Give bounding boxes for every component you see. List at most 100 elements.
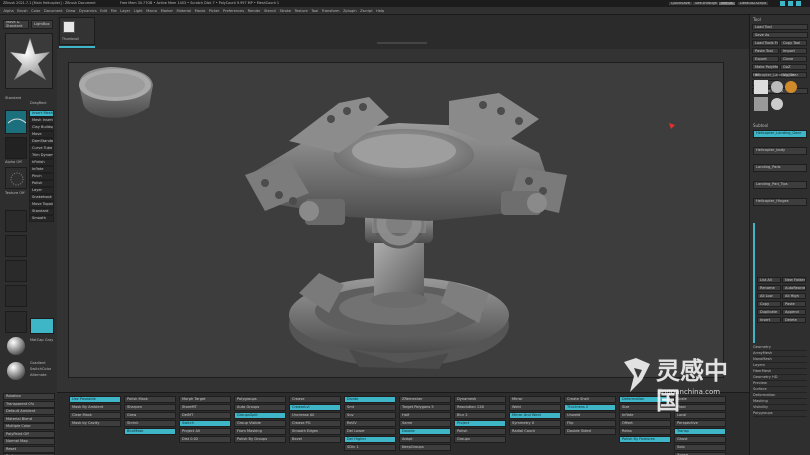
bottom-control[interactable]: Same [399,420,451,427]
brush-list-item[interactable]: Inflate [29,166,54,173]
bottom-control[interactable]: Polish By Features [619,436,671,443]
subtool-scrollbar[interactable] [753,223,755,343]
subtool-action-button[interactable]: Insert [757,317,781,323]
bottom-control[interactable]: From Masking [234,428,286,435]
bottom-control[interactable]: Perspective [674,420,726,427]
menu-item-texture[interactable]: Texture [295,7,308,15]
bottom-control[interactable]: Polish Mask [124,396,176,403]
subtool-action-button[interactable]: All High [782,293,806,299]
bottom-control[interactable]: SDiv 1 [344,444,396,451]
subtool-action-button[interactable]: Duplicate [757,309,781,315]
material-slot-4[interactable] [5,285,27,307]
bottom-control[interactable]: Bevel [289,436,341,443]
bottom-control[interactable]: Mask By Ambient [69,404,121,411]
menu-item-help[interactable]: Help [376,7,384,15]
menu-item-tool[interactable]: Tool [311,7,318,15]
material-slot-1[interactable] [5,210,27,232]
bottom-control[interactable]: Uncrease All [289,412,341,419]
menu-item-light[interactable]: Light [134,7,143,15]
tool-section-header[interactable]: Polygroups [753,411,807,417]
bottom-control[interactable]: Half [399,412,451,419]
material-sphere-1[interactable] [5,335,27,357]
brush-list-item[interactable]: Clay Buildup [29,124,54,131]
maximize-icon[interactable] [788,1,793,6]
bottom-control[interactable]: Shrink [124,420,176,427]
bottom-control[interactable]: CreaseLvl [289,404,341,411]
bottom-control[interactable]: Switch [179,420,231,427]
bottom-control[interactable]: DelMT [179,412,231,419]
brush-list-item[interactable]: Move Topological [29,201,54,208]
bottom-control[interactable]: Dist 0.02 [179,436,231,443]
subtool-item[interactable]: Helicopter_body [753,147,807,155]
bottom-control[interactable]: Polish [454,428,506,435]
menu-item-zscript[interactable]: Zscript [360,7,372,15]
subtool-action-button[interactable]: Append [782,309,806,315]
bottom-control[interactable]: Morph Target [179,396,231,403]
brush-list-item[interactable]: Trim Dynamic [29,152,54,159]
brush-list-item[interactable]: Smooth [29,215,54,222]
left-setting-item[interactable]: Default Ambient [3,408,55,415]
tool-button[interactable]: GoZ [780,64,807,70]
bottom-control[interactable]: Double Sided [564,428,616,435]
bottom-control[interactable]: Del Lower [344,428,396,435]
menu-item-picker[interactable]: Picker [209,7,220,15]
menu-item-stroke[interactable]: Stroke [280,7,291,15]
brush-list-item[interactable]: Pinch [29,173,54,180]
left-setting-item[interactable]: PolyPaint Off [3,430,55,438]
menu-item-alpha[interactable]: Alpha [4,7,14,15]
left-setting-item[interactable]: Material Blend [3,415,55,423]
bottom-control[interactable]: Resolution 128 [454,404,506,411]
bottom-control[interactable]: Auto Groups [234,404,286,411]
menu-item-render[interactable]: Render [248,7,261,15]
menu-item-preferences[interactable]: Preferences [223,7,244,15]
bottom-control[interactable]: Crease PG [289,420,341,427]
bottom-control[interactable]: Blur 2 [454,412,506,419]
subtool-item[interactable]: Landing_Pads [753,164,807,172]
bottom-control[interactable]: Adapt [399,436,451,443]
menu-item-stencil[interactable]: Stencil [264,7,276,15]
subtool-action-button[interactable]: Rename [757,285,781,291]
tool-button[interactable]: Clone [780,56,807,62]
bottom-control[interactable]: Use Poseable [69,396,121,403]
brush-list-item[interactable]: Curve Tube [29,145,54,152]
material-slot-2[interactable] [5,235,27,257]
bottom-control[interactable]: Relax [619,428,671,435]
bottom-control[interactable]: Project All [179,428,231,435]
bottom-control[interactable]: Symmetry X [509,420,561,427]
bottom-control[interactable]: Transp [674,428,726,435]
alpha-thumbnail[interactable] [5,137,27,159]
tool-button[interactable]: Import [780,48,807,54]
menu-item-dynamics[interactable]: Dynamics [79,7,97,15]
bottom-control[interactable]: Target Polygons 5 [399,404,451,411]
tool-button[interactable]: Copy Tool [780,40,807,46]
bottom-control[interactable]: ZRemesher [399,396,451,403]
tool-button[interactable]: Load Tool [752,24,808,30]
tool-button[interactable]: Export [752,56,779,62]
brush-list-item[interactable]: hPolish [29,159,54,166]
material-slot-5[interactable] [5,311,27,333]
subtool-action-button[interactable]: Delete [782,317,806,323]
material-sphere-2[interactable] [5,360,27,382]
menu-item-macro[interactable]: Macro [146,7,157,15]
bottom-control[interactable]: Sharpen [124,404,176,411]
bottom-control[interactable]: Unweld [564,412,616,419]
brush-list-item[interactable]: Snakehook [29,194,54,201]
subtool-action-button[interactable]: All Low [757,293,781,299]
left-setting-item[interactable]: Normal Map [3,438,55,445]
tool-button[interactable]: Make PolyMesh3D [752,64,779,70]
left-setting-item[interactable]: Transparent 0% [3,400,55,408]
bottom-control[interactable]: Double [399,428,451,435]
subtool-item[interactable]: Helicopter_Hinges [753,198,807,206]
bottom-control[interactable]: Thickness 2 [564,404,616,411]
bottom-control[interactable]: Divide [344,396,396,403]
bottom-control[interactable]: Dynamesh [454,396,506,403]
tool-thumbnails[interactable] [753,79,807,113]
bottom-control[interactable]: Create Shell [564,396,616,403]
brush-list-item[interactable]: Layer [29,187,54,194]
brush-list-item[interactable]: Move [29,131,54,138]
bottom-control[interactable]: StoreMT [179,404,231,411]
menu-item-material[interactable]: Material [177,7,192,15]
bottom-control[interactable]: Polygroups [234,396,286,403]
bottom-control[interactable]: Mask by Cavity [69,420,121,427]
menu-item-marker[interactable]: Marker [161,7,173,15]
